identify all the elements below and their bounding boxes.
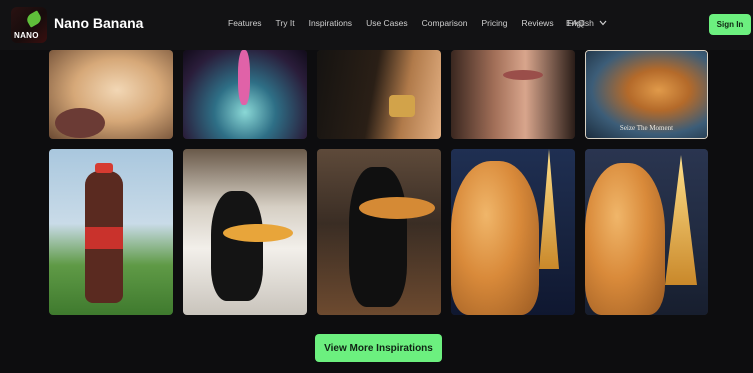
jewelry-hand-image (317, 50, 441, 139)
nav-comparison[interactable]: Comparison (422, 18, 468, 28)
gallery-item-woman-portrait[interactable] (451, 50, 575, 139)
brand-name[interactable]: Nano Banana (54, 15, 143, 31)
image-detail (85, 227, 123, 249)
image-detail (503, 70, 543, 80)
image-detail (451, 161, 539, 315)
image-caption: Seize The Moment (619, 124, 674, 132)
gallery-item-cosmic-figure[interactable] (183, 50, 307, 139)
gallery-item-cat-headphones[interactable]: Seize The Moment (585, 50, 708, 139)
nav-use-cases[interactable]: Use Cases (366, 18, 408, 28)
language-label: English (566, 18, 594, 28)
gallery-item-cat-waiter-restaurant[interactable] (317, 149, 441, 315)
gallery-item-fluffy-cat[interactable] (49, 50, 173, 139)
logo-text: NANO (14, 31, 39, 40)
banana-icon (24, 10, 44, 28)
sign-in-button[interactable]: Sign In (709, 14, 751, 35)
image-detail (211, 191, 263, 301)
top-navigation-bar: NANO Nano Banana Features Try It Inspira… (0, 0, 753, 50)
logo[interactable]: NANO (11, 7, 47, 43)
image-detail (55, 108, 105, 138)
main-nav: Features Try It Inspirations Use Cases C… (228, 18, 599, 28)
nav-try-it[interactable]: Try It (276, 18, 295, 28)
nav-inspirations[interactable]: Inspirations (309, 18, 352, 28)
gallery-item-cat-waiter-burger[interactable] (183, 149, 307, 315)
image-detail (585, 163, 665, 315)
image-detail (359, 197, 435, 219)
view-more-inspirations-button[interactable]: View More Inspirations (315, 334, 442, 362)
image-detail (389, 95, 415, 117)
image-detail (349, 167, 407, 307)
language-selector[interactable]: English (566, 18, 607, 28)
nav-features[interactable]: Features (228, 18, 262, 28)
gallery-item-cat-eiffel-selfie-2[interactable] (585, 149, 708, 315)
woman-portrait-image (451, 50, 575, 139)
chevron-down-icon (599, 20, 607, 26)
image-detail (95, 163, 113, 173)
nav-reviews[interactable]: Reviews (521, 18, 553, 28)
image-detail (223, 224, 293, 242)
nav-pricing[interactable]: Pricing (481, 18, 507, 28)
gallery-item-cat-eiffel-selfie[interactable] (451, 149, 575, 315)
image-detail (238, 50, 250, 105)
gallery-item-jewelry-hand[interactable] (317, 50, 441, 139)
gallery-item-knitted-bottle[interactable] (49, 149, 173, 315)
